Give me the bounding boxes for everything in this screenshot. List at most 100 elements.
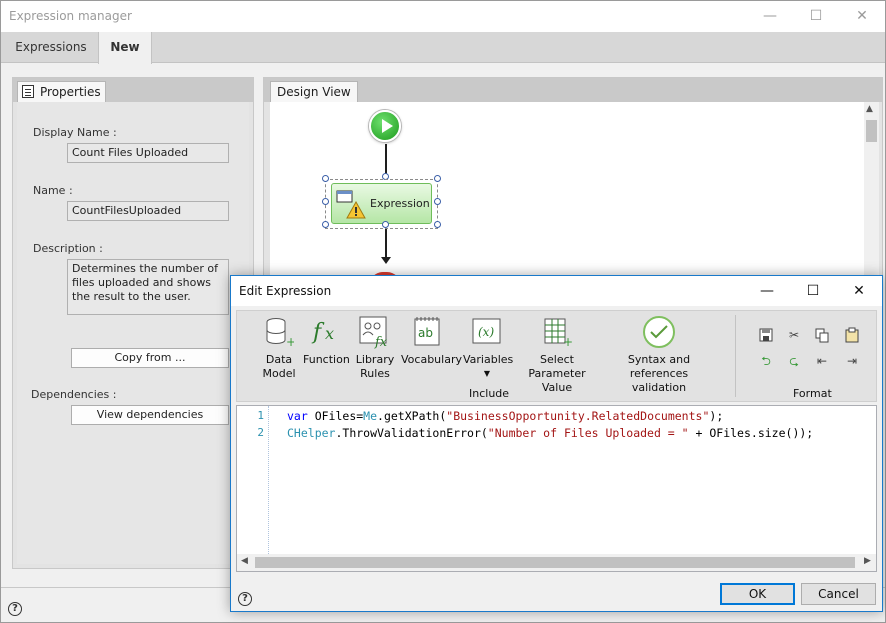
variables-label: Variables <box>463 353 514 366</box>
svg-text:(x): (x) <box>478 325 494 339</box>
svg-text:+: + <box>286 335 294 349</box>
code-token: Me <box>363 409 378 423</box>
library-rules-button[interactable]: fx Library Rules <box>355 315 395 381</box>
arrow-head <box>381 257 391 264</box>
resize-handle[interactable] <box>322 175 329 182</box>
code-token: .ThrowValidationError( <box>335 426 488 440</box>
resize-handle[interactable] <box>322 198 329 205</box>
dialog-maximize-button[interactable]: ☐ <box>790 276 836 306</box>
description-label: Description : <box>33 242 103 255</box>
scroll-thumb[interactable] <box>255 557 855 568</box>
dialog-close-button[interactable]: ✕ <box>836 276 882 306</box>
dialog-help-icon[interactable]: ? <box>238 592 252 606</box>
syntax-validation-label: Syntax and references validation <box>627 353 691 394</box>
scroll-right-icon[interactable]: ▶ <box>864 556 871 566</box>
redo-icon[interactable]: ⮎ <box>785 353 803 369</box>
cut-icon[interactable]: ✂ <box>785 327 803 343</box>
scroll-thumb[interactable] <box>866 120 877 142</box>
maximize-button[interactable]: ☐ <box>793 1 839 32</box>
svg-text:f: f <box>311 320 325 345</box>
code-line[interactable]: var OFiles=Me.getXPath("BusinessOpportun… <box>287 409 723 423</box>
data-model-label: Data Model <box>262 353 296 380</box>
vocabulary-label: Vocabulary <box>401 353 462 366</box>
scroll-up-icon[interactable]: ▲ <box>866 104 873 114</box>
dialog-titlebar: Edit Expression — ☐ ✕ <box>231 276 882 306</box>
library-rules-icon: fx <box>359 316 388 349</box>
window-title: Expression manager <box>9 9 132 23</box>
tab-expressions[interactable]: Expressions <box>5 32 97 63</box>
paste-icon[interactable] <box>843 327 861 343</box>
resize-handle[interactable] <box>434 198 441 205</box>
variables-button[interactable]: (x) Variables ▼ <box>463 315 514 381</box>
code-token: + OFiles.size()); <box>688 426 814 440</box>
include-group-label: Include <box>469 387 510 400</box>
scroll-left-icon[interactable]: ◀ <box>241 556 248 566</box>
vocabulary-button[interactable]: ab Vocabulary <box>401 315 462 367</box>
data-model-button[interactable]: + Data Model <box>259 315 299 381</box>
display-name-label: Display Name : <box>33 126 117 139</box>
cancel-button[interactable]: Cancel <box>801 583 876 605</box>
svg-text:x: x <box>325 324 334 343</box>
select-parameter-value-label: Select Parameter Value <box>528 353 586 394</box>
dialog-title: Edit Expression <box>239 284 332 298</box>
copy-icon[interactable] <box>813 327 831 343</box>
properties-body: Display Name : Count Files Uploaded Name… <box>17 102 249 564</box>
code-token: CHelper <box>287 426 336 440</box>
indent-icon[interactable]: ⇥ <box>843 353 861 369</box>
save-icon[interactable] <box>757 327 775 343</box>
design-view-panel: Design View Expression ▲ <box>263 77 883 297</box>
warning-icon <box>346 201 366 219</box>
window-titlebar: Expression manager — ☐ ✕ <box>1 1 885 32</box>
svg-text:fx: fx <box>374 335 388 349</box>
svg-text:ab: ab <box>418 326 433 340</box>
code-editor[interactable]: 1 2 var OFiles=Me.getXPath("BusinessOppo… <box>236 405 877 572</box>
edit-expression-dialog: Edit Expression — ☐ ✕ + Data Model f x F… <box>230 275 883 612</box>
vocabulary-icon: ab <box>414 317 440 346</box>
properties-tab-label: Properties <box>40 85 101 99</box>
properties-tab[interactable]: Properties <box>17 81 106 102</box>
minimize-button[interactable]: — <box>747 1 793 32</box>
expression-node-label: Expression <box>370 197 430 210</box>
outdent-icon[interactable]: ⇤ <box>813 353 831 369</box>
help-icon[interactable]: ? <box>8 602 22 616</box>
resize-handle[interactable] <box>434 221 441 228</box>
code-line[interactable]: CHelper.ThrowValidationError("Number of … <box>287 426 813 440</box>
design-vertical-scrollbar[interactable]: ▲ <box>864 102 879 282</box>
start-node-icon[interactable] <box>369 110 401 142</box>
editor-horizontal-scrollbar[interactable]: ◀ ▶ <box>237 554 876 571</box>
chevron-down-icon[interactable]: ▼ <box>463 367 511 381</box>
view-dependencies-button[interactable]: View dependencies <box>71 405 229 425</box>
resize-handle[interactable] <box>434 175 441 182</box>
expression-node[interactable]: Expression <box>331 183 432 224</box>
function-button[interactable]: f x Function <box>303 315 350 367</box>
resize-handle[interactable] <box>322 221 329 228</box>
name-label: Name : <box>33 184 73 197</box>
library-rules-label: Library Rules <box>355 353 395 380</box>
tab-strip: Expressions New <box>1 32 885 64</box>
code-token: var <box>287 409 315 423</box>
design-canvas[interactable]: Expression <box>270 102 864 286</box>
line-number-gutter: 1 2 <box>237 406 269 554</box>
description-field[interactable]: Determines the number of files uploaded … <box>67 259 229 315</box>
display-name-field[interactable]: Count Files Uploaded <box>67 143 229 163</box>
table-icon: + <box>544 318 572 349</box>
code-token: .getXPath( <box>377 409 447 423</box>
design-view-tab[interactable]: Design View <box>270 81 358 102</box>
resize-handle[interactable] <box>382 221 389 228</box>
close-button[interactable]: ✕ <box>839 1 885 32</box>
variables-icon: (x) <box>472 318 501 344</box>
tab-new[interactable]: New <box>98 32 152 64</box>
select-parameter-value-button[interactable]: + Select Parameter Value <box>515 315 599 395</box>
expression-manager-window: Expression manager — ☐ ✕ Expressions New… <box>0 0 886 623</box>
copy-from-button[interactable]: Copy from ... <box>71 348 229 368</box>
connector-line <box>385 229 387 259</box>
function-icon: f x <box>311 320 334 345</box>
validation-check-icon <box>643 316 675 348</box>
ok-button[interactable]: OK <box>720 583 795 605</box>
undo-icon[interactable]: ⮌ <box>757 353 775 369</box>
dialog-minimize-button[interactable]: — <box>744 276 790 306</box>
line-number: 2 <box>257 426 264 439</box>
line-number: 1 <box>257 409 264 422</box>
syntax-validation-button[interactable]: Syntax and references validation <box>603 315 715 395</box>
name-field[interactable]: CountFilesUploaded <box>67 201 229 221</box>
